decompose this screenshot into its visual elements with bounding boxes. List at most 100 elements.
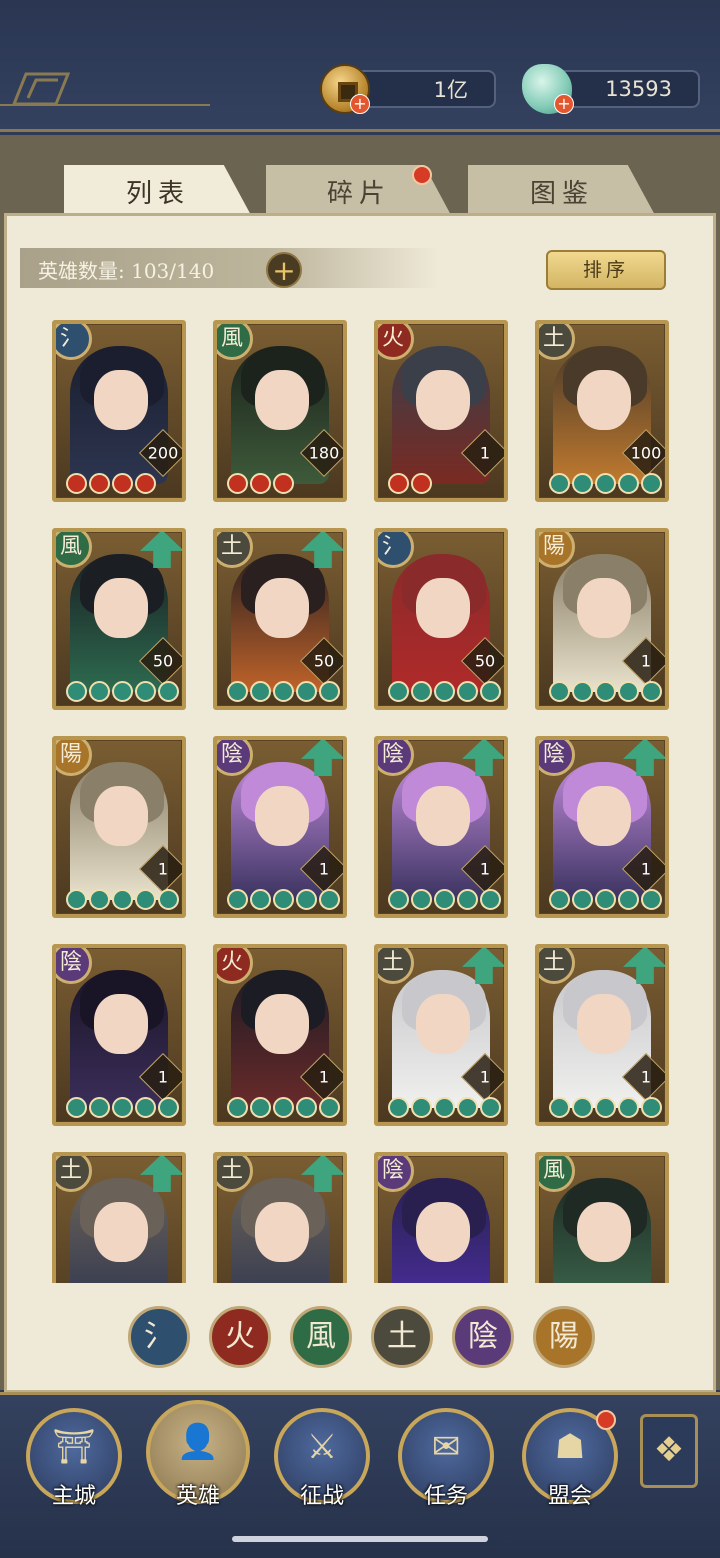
element-filter-button[interactable]: 火 [209,1306,271,1368]
star-icon [319,889,340,910]
star-icon [112,889,133,910]
hero-card[interactable]: 陰 [374,1152,508,1283]
hero-face [255,994,309,1054]
hero-card[interactable]: 陰1 [535,736,669,918]
tab-list[interactable]: 列表 [64,165,252,217]
hero-face [94,578,148,638]
hero-card[interactable]: 風 180 [213,320,347,502]
hero-card[interactable]: 陰1 [374,736,508,918]
hero-face [255,786,309,846]
star-icon [135,1097,156,1118]
hero-card[interactable]: 陽1 [52,736,186,918]
hero-card[interactable]: 土1 [374,944,508,1126]
hero-card[interactable]: 土 [52,1152,186,1283]
hero-card[interactable]: 氵 200 [52,320,186,502]
hero-face [416,370,470,430]
star-icon [135,473,156,494]
element-badge: 陰 [217,740,253,776]
hero-card[interactable]: 火1 [374,320,508,502]
hero-stars [549,889,662,910]
element-badge: 陰 [56,948,92,984]
hero-stars [388,889,501,910]
element-badge: 風 [217,324,253,360]
hero-card[interactable]: 氵 50 [374,528,508,710]
star-icon [135,889,156,910]
star-icon [319,681,340,702]
tab-codex[interactable]: 图鉴 [468,165,656,217]
hero-face [577,578,631,638]
hero-card[interactable]: 陽1 [535,528,669,710]
element-badge: 土 [217,532,253,568]
fragments-notification-dot [412,165,432,185]
star-icon [457,681,478,702]
element-filter-button[interactable]: 陽 [533,1306,595,1368]
star-icon [572,1097,593,1118]
hero-stars [227,1097,340,1118]
hero-level: 50 [152,651,174,671]
hero-stars [66,1097,179,1118]
element-badge: 土 [217,1156,253,1192]
hero-card[interactable]: 風 50 [52,528,186,710]
element-filter-button[interactable]: 土 [371,1306,433,1368]
star-icon [250,889,271,910]
star-icon [388,1097,409,1118]
star-icon [158,681,179,702]
hero-card[interactable]: 風 [535,1152,669,1283]
element-filter-button[interactable]: 風 [290,1306,352,1368]
add-coin-button[interactable]: + [350,94,370,114]
hero-level: 1 [318,859,330,879]
star-icon [641,1097,662,1118]
hero-level: 1 [157,859,169,879]
hero-face [94,370,148,430]
hero-card[interactable]: 火1 [213,944,347,1126]
hero-level: 50 [313,651,335,671]
city-gate-icon: ⛩ [52,1427,96,1468]
star-icon [296,681,317,702]
element-badge: 土 [378,948,414,984]
star-icon [89,473,110,494]
star-icon [434,1097,455,1118]
hero-stars [227,473,294,494]
hero-level: 1 [640,859,652,879]
sort-button[interactable]: 排序 [546,250,666,290]
hero-card[interactable]: 陰1 [213,736,347,918]
star-icon [618,889,639,910]
star-icon [641,473,662,494]
star-icon [66,889,87,910]
expand-capacity-button[interactable]: + [266,252,302,288]
star-icon [89,889,110,910]
element-badge: 火 [217,948,253,984]
meander-decoration-icon [12,72,70,106]
star-icon [273,473,294,494]
element-filter-button[interactable]: 陰 [452,1306,514,1368]
element-badge: 土 [539,948,575,984]
nav-label: 盟会 [547,1484,592,1509]
hero-level: 1 [479,443,491,463]
hero-card[interactable]: 土 [213,1152,347,1283]
element-badge: 風 [56,532,92,568]
star-icon [549,473,570,494]
hero-card[interactable]: 土1 [535,944,669,1126]
hero-card[interactable]: 土 100 [535,320,669,502]
hero-level: 1 [318,1067,330,1087]
star-icon [411,889,432,910]
home-indicator [232,1536,488,1542]
star-icon [618,473,639,494]
menu-flower-icon[interactable]: ❖ [640,1414,698,1488]
element-badge: 氵 [378,532,414,568]
star-icon [411,681,432,702]
hero-card[interactable]: 土 50 [213,528,347,710]
add-jade-button[interactable]: + [554,94,574,114]
star-icon [250,473,271,494]
star-icon [66,681,87,702]
star-icon [89,1097,110,1118]
tab-fragments-label: 碎片 [326,178,391,209]
element-filter-button[interactable]: 氵 [128,1306,190,1368]
tab-codex-label: 图鉴 [529,178,594,209]
hero-face [255,1202,309,1262]
hero-stars [388,1097,501,1118]
star-icon [319,1097,340,1118]
element-badge: 火 [378,324,414,360]
element-badge: 陰 [378,1156,414,1192]
hero-card[interactable]: 陰1 [52,944,186,1126]
